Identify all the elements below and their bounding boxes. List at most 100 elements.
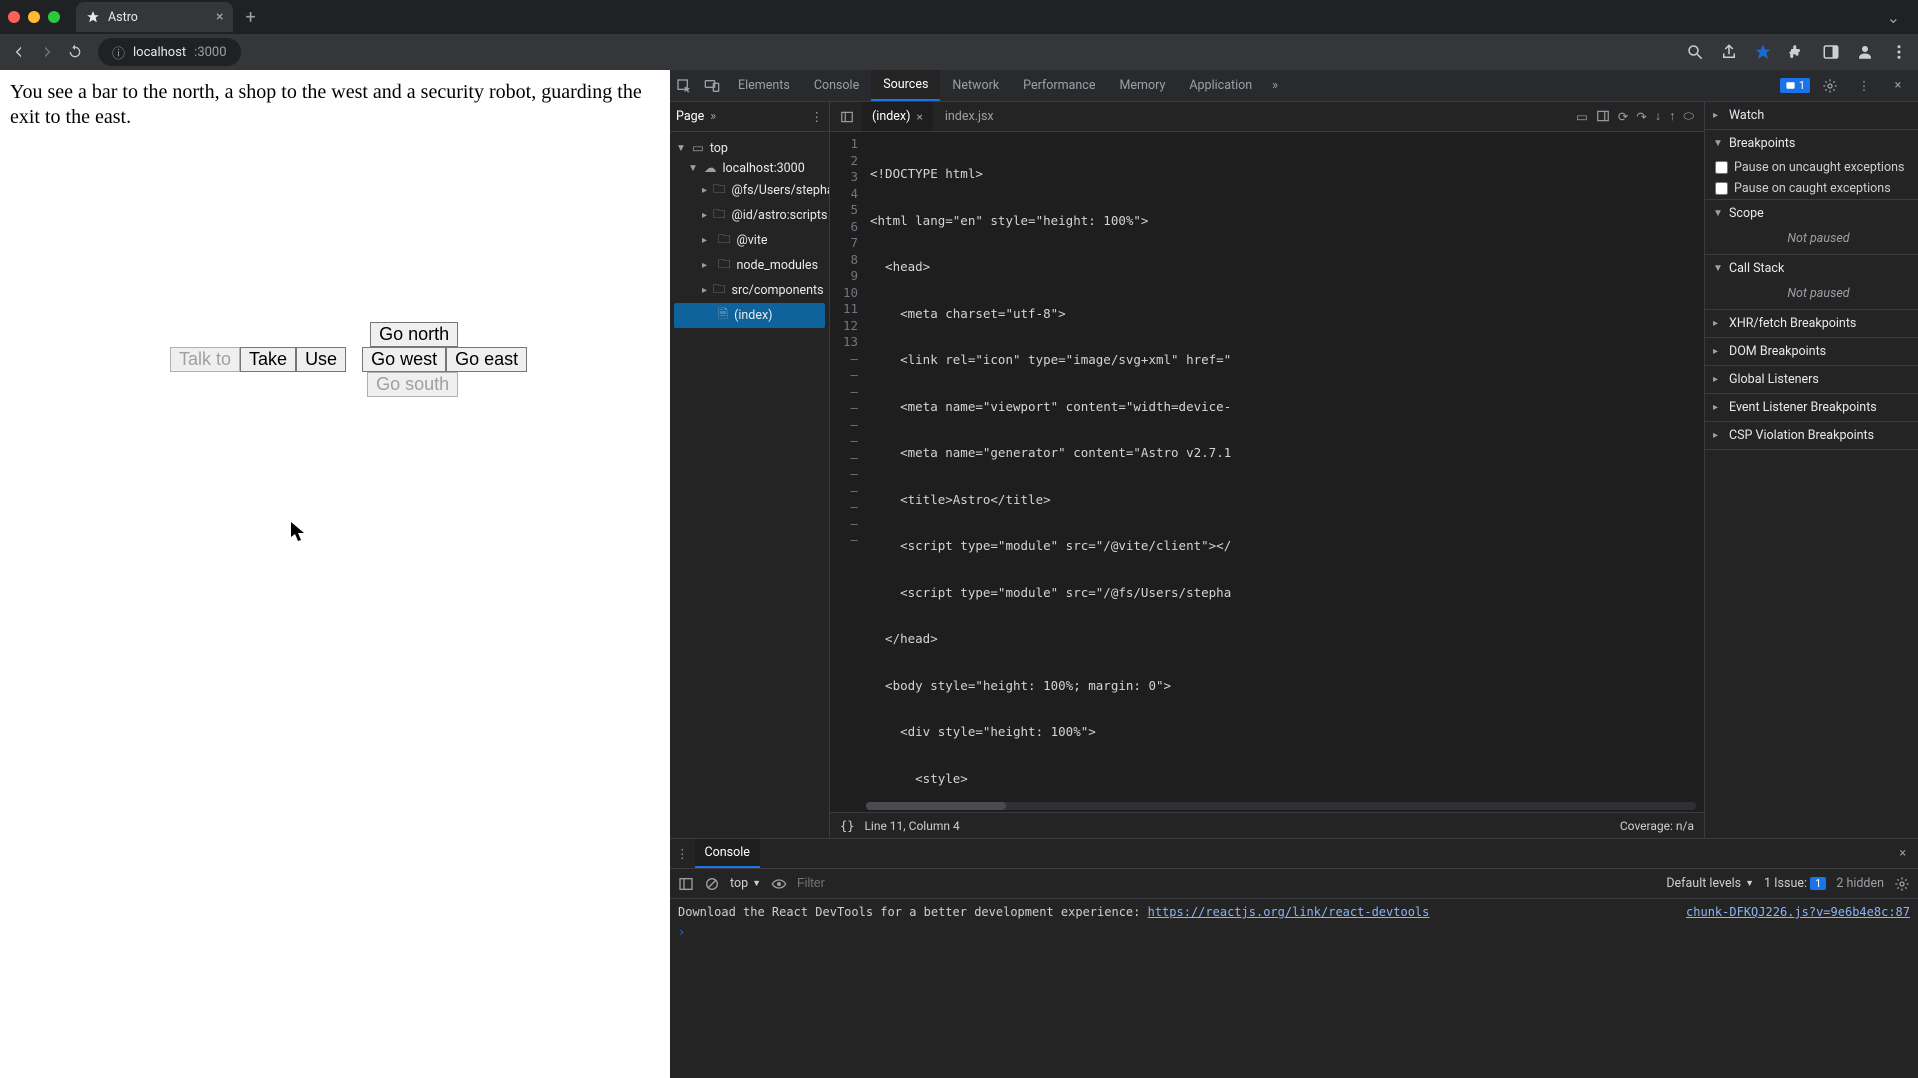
- console-settings-icon[interactable]: [1894, 876, 1910, 892]
- issues-indicator[interactable]: 1: [1780, 78, 1810, 93]
- pane-watch[interactable]: ▸Watch: [1705, 102, 1918, 129]
- editor-status-bar: {} Line 11, Column 4 Coverage: n/a: [830, 812, 1704, 838]
- tabs-menu-icon[interactable]: ⌄: [1877, 8, 1910, 27]
- editor-tab-index[interactable]: (index)×: [862, 102, 933, 131]
- take-button[interactable]: Take: [240, 347, 296, 372]
- reload-button[interactable]: [66, 43, 84, 61]
- hidden-messages[interactable]: 2 hidden: [1836, 876, 1884, 891]
- url-input[interactable]: ⓘ localhost :3000: [98, 38, 241, 66]
- pane-call-stack[interactable]: ▼Call Stack: [1705, 255, 1918, 282]
- pane-scope[interactable]: ▼Scope: [1705, 200, 1918, 227]
- drawer-close-icon[interactable]: ×: [1893, 846, 1912, 861]
- pane-dom-breakpoints[interactable]: ▸DOM Breakpoints: [1705, 338, 1918, 365]
- back-button[interactable]: [10, 43, 28, 61]
- devtools-link[interactable]: https://reactjs.org/link/react-devtools: [1148, 905, 1430, 919]
- line-gutter: 12345678910111213––––––––––––: [830, 132, 864, 812]
- log-levels-select[interactable]: Default levels▼: [1666, 876, 1754, 891]
- share-icon[interactable]: [1720, 43, 1738, 61]
- issues-count: 1: [1799, 79, 1805, 92]
- window-minimize-icon[interactable]: [28, 11, 40, 23]
- tree-folder-vite[interactable]: ▸🗀@vite: [674, 228, 825, 253]
- issue-summary[interactable]: 1 Issue: 1: [1764, 876, 1826, 891]
- navigator-overflow-icon[interactable]: »: [710, 109, 716, 124]
- pretty-print-icon[interactable]: {}: [840, 819, 854, 833]
- window-close-icon[interactable]: [8, 11, 20, 23]
- live-expression-icon[interactable]: [771, 876, 787, 892]
- pause-caught-checkbox[interactable]: Pause on caught exceptions: [1705, 178, 1918, 199]
- tab-console[interactable]: Console: [802, 70, 871, 101]
- callstack-not-paused: Not paused: [1705, 282, 1918, 309]
- zoom-icon[interactable]: [1686, 43, 1704, 61]
- toggle-debugger-icon[interactable]: [1596, 109, 1610, 125]
- navigator-menu-icon[interactable]: ⋮: [811, 109, 824, 125]
- devtools-menu-icon[interactable]: ⋮: [1850, 78, 1878, 94]
- extensions-icon[interactable]: [1788, 43, 1806, 61]
- tab-close-icon[interactable]: ×: [216, 9, 223, 25]
- menu-icon[interactable]: [1890, 43, 1908, 61]
- horizontal-scrollbar[interactable]: [866, 802, 1696, 810]
- tree-folder-nodemodules[interactable]: ▸🗀node_modules: [674, 253, 825, 278]
- tab-performance[interactable]: Performance: [1011, 70, 1107, 101]
- toggle-navigator-icon[interactable]: [834, 110, 860, 124]
- go-east-button[interactable]: Go east: [446, 347, 527, 372]
- tree-folder-src[interactable]: ▸🗀src/components: [674, 278, 825, 303]
- new-snippet-icon[interactable]: ▭: [1576, 109, 1588, 125]
- site-info-icon[interactable]: ⓘ: [112, 43, 125, 62]
- message-source-link[interactable]: chunk-DFKQJ226.js?v=9e6b4e8c:87: [1686, 905, 1910, 919]
- step-into-icon[interactable]: ↓: [1655, 109, 1661, 125]
- devtools-close-icon[interactable]: ×: [1884, 78, 1912, 93]
- drawer-menu-icon[interactable]: ⋮: [676, 846, 689, 862]
- pane-breakpoints[interactable]: ▼Breakpoints: [1705, 130, 1918, 157]
- step-over-icon[interactable]: ↷: [1636, 109, 1646, 125]
- close-icon[interactable]: ×: [916, 110, 922, 124]
- navigator-page-tab[interactable]: Page: [676, 109, 704, 124]
- tab-title: Astro: [108, 10, 138, 25]
- pause-uncaught-checkbox[interactable]: Pause on uncaught exceptions: [1705, 157, 1918, 178]
- pane-global-listeners[interactable]: ▸Global Listeners: [1705, 366, 1918, 393]
- pane-csp-breakpoints[interactable]: ▸CSP Violation Breakpoints: [1705, 422, 1918, 449]
- traffic-lights: [8, 11, 60, 23]
- tab-sources[interactable]: Sources: [871, 70, 940, 101]
- drawer-tab-console[interactable]: Console: [695, 839, 760, 868]
- use-button[interactable]: Use: [296, 347, 346, 372]
- tabs-overflow-icon[interactable]: »: [1264, 78, 1286, 93]
- url-host: localhost: [133, 45, 186, 60]
- settings-icon[interactable]: [1816, 78, 1844, 94]
- url-port: :3000: [194, 45, 226, 60]
- tree-folder-astro[interactable]: ▸🗀@id/astro:scripts: [674, 203, 825, 228]
- console-prompt[interactable]: ›: [678, 919, 1910, 939]
- go-north-button[interactable]: Go north: [370, 322, 458, 347]
- sidepanel-icon[interactable]: [1822, 43, 1840, 61]
- devtools-panel: Elements Console Sources Network Perform…: [670, 70, 1918, 1078]
- tree-folder-fs[interactable]: ▸🗀@fs/Users/stepha: [674, 178, 825, 203]
- editor-tab-indexjsx[interactable]: index.jsx: [935, 102, 1004, 131]
- resume-icon[interactable]: ⟳: [1618, 109, 1628, 125]
- profile-icon[interactable]: [1856, 43, 1874, 61]
- tree-file-index[interactable]: 🗎(index): [674, 303, 825, 328]
- step-out-icon[interactable]: ↑: [1669, 109, 1675, 125]
- code-editor[interactable]: 12345678910111213–––––––––––– <!DOCTYPE …: [830, 132, 1704, 812]
- tree-top[interactable]: ▼▭top: [674, 138, 825, 158]
- inspect-element-icon[interactable]: [670, 78, 698, 94]
- forward-button: [38, 43, 56, 61]
- pane-xhr-breakpoints[interactable]: ▸XHR/fetch Breakpoints: [1705, 310, 1918, 337]
- debugger-sidebar: ▸Watch ▼Breakpoints Pause on uncaught ex…: [1704, 102, 1918, 838]
- window-maximize-icon[interactable]: [48, 11, 60, 23]
- pane-event-listener-breakpoints[interactable]: ▸Event Listener Breakpoints: [1705, 394, 1918, 421]
- clear-console-icon[interactable]: [704, 876, 720, 892]
- tree-host[interactable]: ▼☁localhost:3000: [674, 158, 825, 178]
- bookmark-icon[interactable]: [1754, 43, 1772, 61]
- tab-memory[interactable]: Memory: [1107, 70, 1177, 101]
- new-tab-button[interactable]: +: [239, 7, 261, 28]
- console-filter-input[interactable]: [797, 876, 1656, 890]
- tab-network[interactable]: Network: [940, 70, 1011, 101]
- deactivate-breakpoints-icon[interactable]: ⬭: [1683, 109, 1694, 125]
- device-toggle-icon[interactable]: [698, 78, 726, 94]
- tab-application[interactable]: Application: [1177, 70, 1264, 101]
- devtools-tab-bar: Elements Console Sources Network Perform…: [670, 70, 1918, 102]
- browser-tab[interactable]: Astro ×: [76, 2, 233, 32]
- go-west-button[interactable]: Go west: [362, 347, 446, 372]
- execution-context-select[interactable]: top▼: [730, 876, 761, 891]
- console-sidebar-toggle-icon[interactable]: [678, 876, 694, 892]
- tab-elements[interactable]: Elements: [726, 70, 802, 101]
